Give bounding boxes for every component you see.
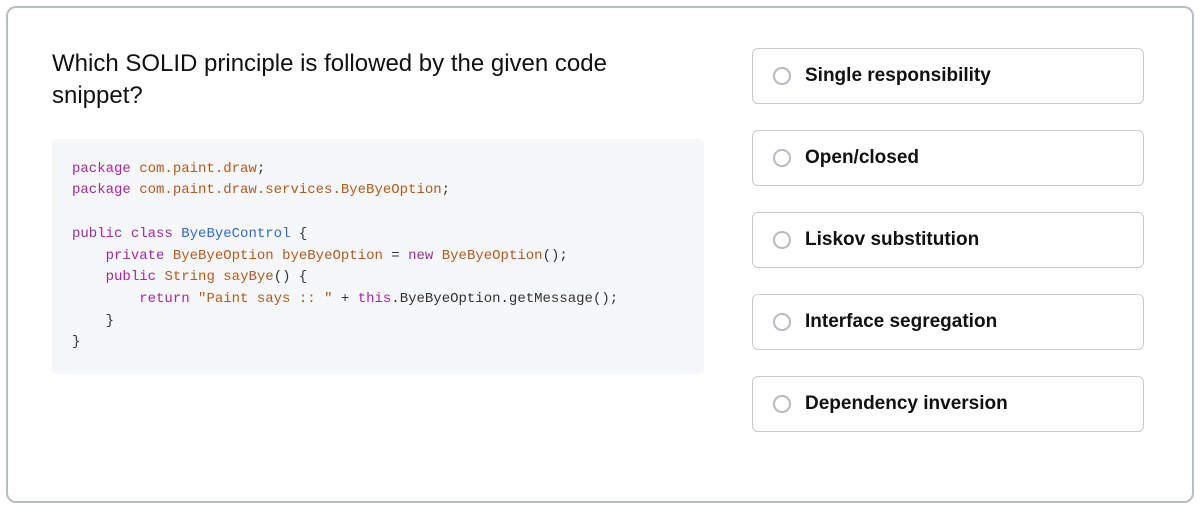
question-content: Which SOLID principle is followed by the…	[52, 48, 704, 471]
code-method: sayBye	[223, 269, 273, 285]
radio-icon	[773, 149, 791, 167]
radio-icon	[773, 67, 791, 85]
code-call: .ByeByeOption.getMessage	[391, 291, 593, 307]
code-keyword: package	[72, 182, 131, 198]
option-label: Dependency inversion	[805, 393, 1008, 415]
code-keyword: public	[72, 226, 122, 242]
option-liskov-substitution[interactable]: Liskov substitution	[752, 212, 1144, 268]
code-string: "Paint says :: "	[198, 291, 332, 307]
radio-icon	[773, 395, 791, 413]
option-label: Open/closed	[805, 147, 919, 169]
option-single-responsibility[interactable]: Single responsibility	[752, 48, 1144, 104]
code-type: ByeByeOption	[173, 248, 274, 264]
code-keyword: public	[106, 269, 156, 285]
code-keyword: private	[106, 248, 165, 264]
code-var: byeByeOption	[282, 248, 383, 264]
code-snippet: package com.paint.draw; package com.pain…	[52, 139, 704, 374]
question-prompt: Which SOLID principle is followed by the…	[52, 48, 704, 113]
option-dependency-inversion[interactable]: Dependency inversion	[752, 376, 1144, 432]
code-classname: ByeByeControl	[181, 226, 290, 242]
code-type: String	[164, 269, 214, 285]
code-keyword: class	[131, 226, 173, 242]
option-label: Single responsibility	[805, 65, 991, 87]
radio-icon	[773, 313, 791, 331]
option-label: Interface segregation	[805, 311, 997, 333]
code-keyword: package	[72, 161, 131, 177]
question-card: Which SOLID principle is followed by the…	[6, 6, 1194, 503]
code-keyword: this	[358, 291, 392, 307]
code-keyword: return	[139, 291, 189, 307]
option-open-closed[interactable]: Open/closed	[752, 130, 1144, 186]
code-keyword: new	[408, 248, 433, 264]
option-interface-segregation[interactable]: Interface segregation	[752, 294, 1144, 350]
options-list: Single responsibility Open/closed Liskov…	[752, 48, 1144, 471]
radio-icon	[773, 231, 791, 249]
code-type: ByeByeOption	[442, 248, 543, 264]
option-label: Liskov substitution	[805, 229, 979, 251]
code-package: com.paint.draw	[139, 161, 257, 177]
code-package: com.paint.draw.services.ByeByeOption	[139, 182, 441, 198]
